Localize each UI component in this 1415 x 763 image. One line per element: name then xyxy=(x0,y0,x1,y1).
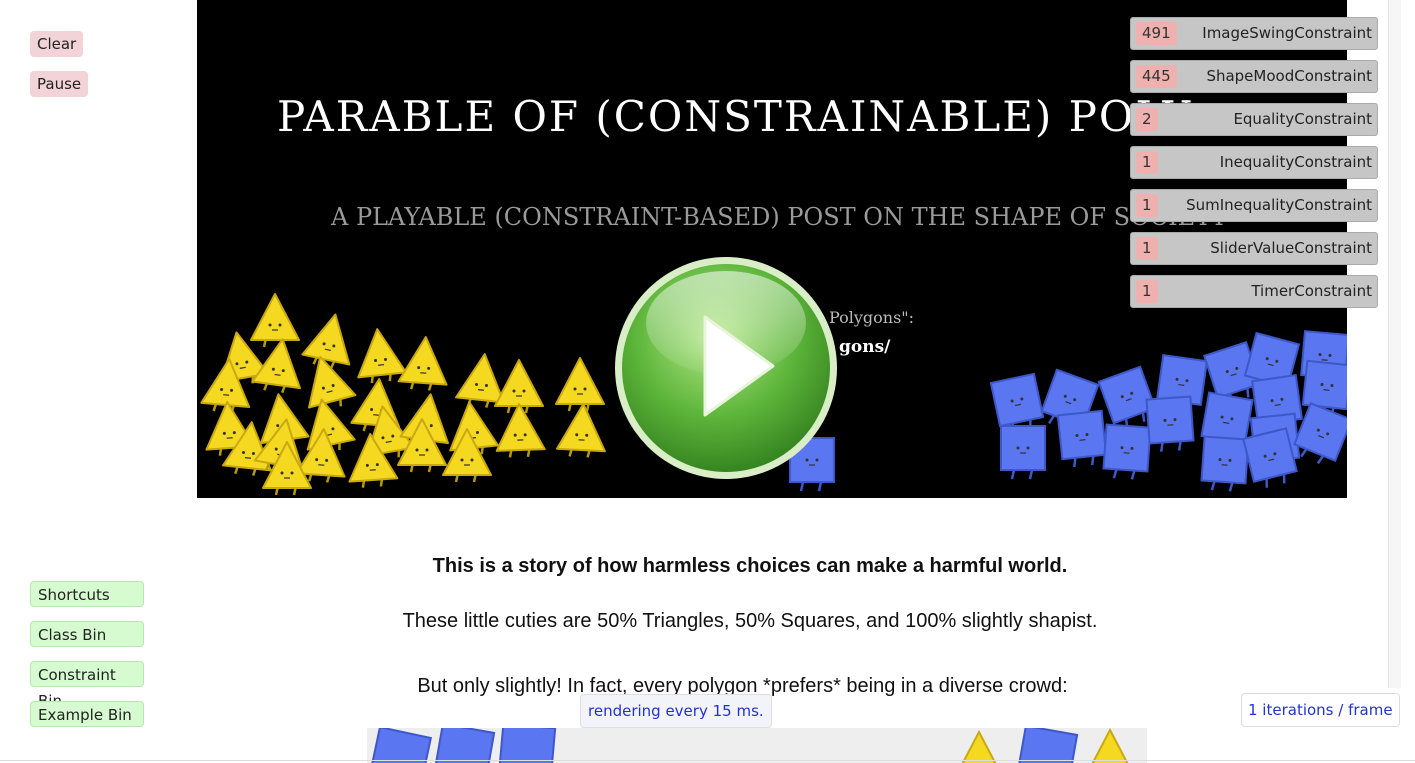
pause-button[interactable]: Pause xyxy=(30,71,89,97)
shortcuts-button[interactable]: Shortcuts xyxy=(30,581,144,607)
square-shape xyxy=(1000,425,1046,480)
constraint-name: SumInequalityConstraint xyxy=(1186,196,1372,214)
triangle-shape xyxy=(397,336,448,391)
square-shape xyxy=(497,728,557,763)
triangle-shape xyxy=(555,403,606,458)
simulation-shapes xyxy=(367,728,1129,763)
triangle-shape xyxy=(1091,728,1129,763)
article-heading: This is a story of how harmless choices … xyxy=(432,555,1068,577)
triangle-shape xyxy=(301,313,351,369)
triangle-shape xyxy=(495,403,546,458)
square-shape xyxy=(1056,409,1108,468)
square-shape xyxy=(1145,395,1195,452)
simulation-board[interactable] xyxy=(367,728,1147,763)
constraint-count-badge: 2 xyxy=(1136,108,1158,131)
square-shape xyxy=(367,728,433,763)
play-button-icon[interactable] xyxy=(613,255,839,481)
constraint-count-badge: 1 xyxy=(1136,280,1158,303)
class-bin-button[interactable]: Class Bin xyxy=(30,621,144,647)
triangle-shape xyxy=(555,357,605,412)
constraint-name: ShapeMoodConstraint xyxy=(1206,67,1372,85)
square-shape xyxy=(1015,728,1079,763)
article-paragraph: These little cuties are 50% Triangles, 5… xyxy=(402,610,1098,632)
constraint-row[interactable]: 2 EqualityConstraint xyxy=(1130,103,1378,136)
constraint-row[interactable]: 1 SliderValueConstraint xyxy=(1130,232,1378,265)
constraint-row[interactable]: 1 TimerConstraint xyxy=(1130,275,1378,308)
divider xyxy=(0,760,1415,761)
render-rate-label[interactable]: rendering every 15 ms. xyxy=(580,694,772,728)
example-bin-button[interactable]: Example Bin xyxy=(30,701,144,727)
clear-button[interactable]: Clear xyxy=(30,31,84,57)
iterations-per-frame-label[interactable]: 1 iterations / frame xyxy=(1241,693,1400,727)
constraint-count-badge: 491 xyxy=(1136,22,1177,45)
constraint-row[interactable]: 1 SumInequalityConstraint xyxy=(1130,189,1378,222)
constraint-name: EqualityConstraint xyxy=(1233,110,1372,128)
triangle-shape xyxy=(250,293,300,348)
square-shape xyxy=(1200,435,1250,492)
constraint-row[interactable]: 491 ImageSwingConstraint xyxy=(1130,17,1378,50)
constraint-name: InequalityConstraint xyxy=(1219,153,1372,171)
constraint-count-badge: 1 xyxy=(1136,151,1158,174)
constraint-name: TimerConstraint xyxy=(1251,282,1372,300)
constraint-count-badge: 1 xyxy=(1136,237,1158,260)
constraint-row[interactable]: 445 ShapeMoodConstraint xyxy=(1130,60,1378,93)
constraint-count-badge: 445 xyxy=(1136,65,1177,88)
triangle-shape xyxy=(961,729,997,763)
constraint-name: ImageSwingConstraint xyxy=(1202,24,1372,42)
constraint-count-badge: 1 xyxy=(1136,194,1158,217)
triangle-shape xyxy=(357,328,407,384)
square-shape xyxy=(1102,423,1152,480)
article-paragraph-2: But only slightly! In fact, every polygo… xyxy=(417,675,1068,696)
square-shape xyxy=(432,728,496,763)
scrollbar[interactable] xyxy=(1388,0,1401,688)
constraint-name: SliderValueConstraint xyxy=(1210,239,1372,257)
constraint-row[interactable]: 1 InequalityConstraint xyxy=(1130,146,1378,179)
constraint-bin-button[interactable]: Constraint Bin xyxy=(30,661,144,710)
